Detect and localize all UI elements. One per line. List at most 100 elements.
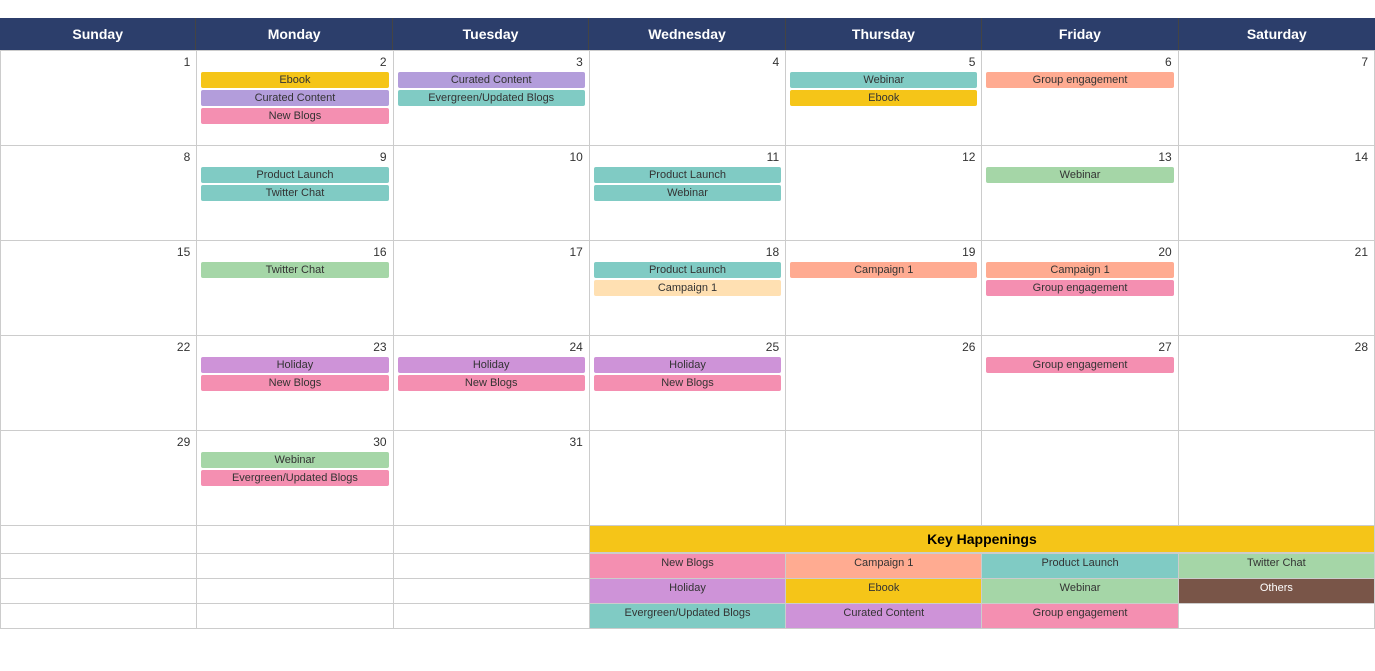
event-twitter-chat[interactable]: Twitter Chat	[201, 185, 388, 201]
day-name-friday: Friday	[982, 18, 1178, 50]
event-webinar[interactable]: Webinar	[201, 452, 388, 468]
event-group-engagement[interactable]: Group engagement	[986, 280, 1173, 296]
cell-date: 23	[201, 340, 388, 354]
cal-cell-w0-d2: 3 Curated Content Evergreen/Updated Blogs	[394, 51, 590, 146]
key-cell-r1-c5: Webinar	[982, 579, 1178, 603]
key-cell-r0-c6: Twitter Chat	[1179, 554, 1375, 578]
cal-cell-w3-d6: 28	[1179, 336, 1375, 431]
cell-date: 1	[5, 55, 192, 69]
cal-cell-w1-d0: 8	[1, 146, 197, 241]
cal-cell-w3-d5: 27 Group engagement	[982, 336, 1178, 431]
event-curated-content[interactable]: Curated Content	[398, 72, 585, 88]
cal-cell-w2-d3: 18 Product Launch Campaign 1	[590, 241, 786, 336]
day-name-monday: Monday	[196, 18, 392, 50]
key-happenings-label: Key Happenings	[590, 526, 1375, 553]
day-name-saturday: Saturday	[1179, 18, 1375, 50]
cell-date: 20	[986, 245, 1173, 259]
cal-cell-w3-d0: 22	[1, 336, 197, 431]
cal-cell-w1-d4: 12	[786, 146, 982, 241]
cell-date: 21	[1183, 245, 1370, 259]
event-webinar[interactable]: Webinar	[594, 185, 781, 201]
page-title	[0, 0, 1375, 18]
cell-date: 24	[398, 340, 585, 354]
cell-date: 19	[790, 245, 977, 259]
event-curated-content[interactable]: Curated Content	[201, 90, 388, 106]
key-cell-r2-c3: Evergreen/Updated Blogs	[590, 604, 786, 628]
key-cell-r2-c2	[394, 604, 590, 628]
key-empty-cell-2	[394, 526, 590, 553]
key-cell-r1-c4: Ebook	[786, 579, 982, 603]
cell-date: 31	[398, 435, 585, 449]
key-cell-r2-c4: Curated Content	[786, 604, 982, 628]
cal-cell-w4-d5	[982, 431, 1178, 526]
event-holiday[interactable]: Holiday	[594, 357, 781, 373]
key-cell-r1-c2	[394, 579, 590, 603]
cell-date: 2	[201, 55, 388, 69]
cal-cell-w0-d1: 2 Ebook Curated Content New Blogs	[197, 51, 393, 146]
cal-cell-w4-d1: 30WebinarEvergreen/Updated Blogs	[197, 431, 393, 526]
calendar: SundayMondayTuesdayWednesdayThursdayFrid…	[0, 18, 1375, 629]
event-ebook[interactable]: Ebook	[201, 72, 388, 88]
event-evergreen/updated-blogs[interactable]: Evergreen/Updated Blogs	[398, 90, 585, 106]
cell-date: 26	[790, 340, 977, 354]
key-cell-r0-c0	[1, 554, 197, 578]
cal-cell-w2-d6: 21	[1179, 241, 1375, 336]
calendar-body: 12 Ebook Curated Content New Blogs 3 Curated …	[0, 50, 1375, 526]
key-cell-r2-c1	[197, 604, 393, 628]
event-group-engagement[interactable]: Group engagement	[986, 72, 1173, 88]
cell-date: 9	[201, 150, 388, 164]
event-campaign-1[interactable]: Campaign 1	[986, 262, 1173, 278]
cal-cell-w4-d6	[1179, 431, 1375, 526]
cal-cell-w3-d2: 24 Holiday New Blogs	[394, 336, 590, 431]
cell-date: 15	[5, 245, 192, 259]
day-name-wednesday: Wednesday	[589, 18, 785, 50]
key-cell-r1-c3: Holiday	[590, 579, 786, 603]
cell-date: 27	[986, 340, 1173, 354]
event-product-launch[interactable]: Product Launch	[594, 167, 781, 183]
cal-cell-w2-d5: 20 Campaign 1 Group engagement	[982, 241, 1178, 336]
cell-date: 18	[594, 245, 781, 259]
day-name-thursday: Thursday	[786, 18, 982, 50]
event-campaign-1[interactable]: Campaign 1	[594, 280, 781, 296]
key-row-1: HolidayEbookWebinarOthers	[0, 579, 1375, 604]
cell-date: 8	[5, 150, 192, 164]
event-twitter-chat[interactable]: Twitter Chat	[201, 262, 388, 278]
cell-date: 13	[986, 150, 1173, 164]
cal-cell-w1-d3: 11 Product Launch Webinar	[590, 146, 786, 241]
day-name-sunday: Sunday	[0, 18, 196, 50]
key-empty-cell-0	[1, 526, 197, 553]
event-product-launch[interactable]: Product Launch	[201, 167, 388, 183]
event-new-blogs[interactable]: New Blogs	[201, 108, 388, 124]
key-cell-r0-c2	[394, 554, 590, 578]
event-new-blogs[interactable]: New Blogs	[201, 375, 388, 391]
event-webinar[interactable]: Webinar	[986, 167, 1173, 183]
event-holiday[interactable]: Holiday	[398, 357, 585, 373]
cell-date: 12	[790, 150, 977, 164]
event-campaign-1[interactable]: Campaign 1	[790, 262, 977, 278]
key-cell-r0-c5: Product Launch	[982, 554, 1178, 578]
key-happenings-section: Key HappeningsNew BlogsCampaign 1Product…	[0, 526, 1375, 629]
event-webinar[interactable]: Webinar	[790, 72, 977, 88]
cal-cell-w2-d0: 15	[1, 241, 197, 336]
cal-cell-w4-d3	[590, 431, 786, 526]
cell-date: 10	[398, 150, 585, 164]
event-ebook[interactable]: Ebook	[790, 90, 977, 106]
event-holiday[interactable]: Holiday	[201, 357, 388, 373]
event-evergreen/updated-blogs[interactable]: Evergreen/Updated Blogs	[201, 470, 388, 486]
cell-date: 14	[1183, 150, 1370, 164]
event-group-engagement[interactable]: Group engagement	[986, 357, 1173, 373]
cal-cell-w4-d0: 29	[1, 431, 197, 526]
cal-cell-w0-d0: 1	[1, 51, 197, 146]
event-new-blogs[interactable]: New Blogs	[594, 375, 781, 391]
event-product-launch[interactable]: Product Launch	[594, 262, 781, 278]
key-cell-r1-c1	[197, 579, 393, 603]
event-new-blogs[interactable]: New Blogs	[398, 375, 585, 391]
key-cell-r0-c3: New Blogs	[590, 554, 786, 578]
key-cell-r0-c1	[197, 554, 393, 578]
cell-date: 22	[5, 340, 192, 354]
cell-date: 29	[5, 435, 192, 449]
cell-date: 11	[594, 150, 781, 164]
cell-date: 3	[398, 55, 585, 69]
cal-cell-w0-d6: 7	[1179, 51, 1375, 146]
key-happenings-header-row: Key Happenings	[0, 526, 1375, 554]
